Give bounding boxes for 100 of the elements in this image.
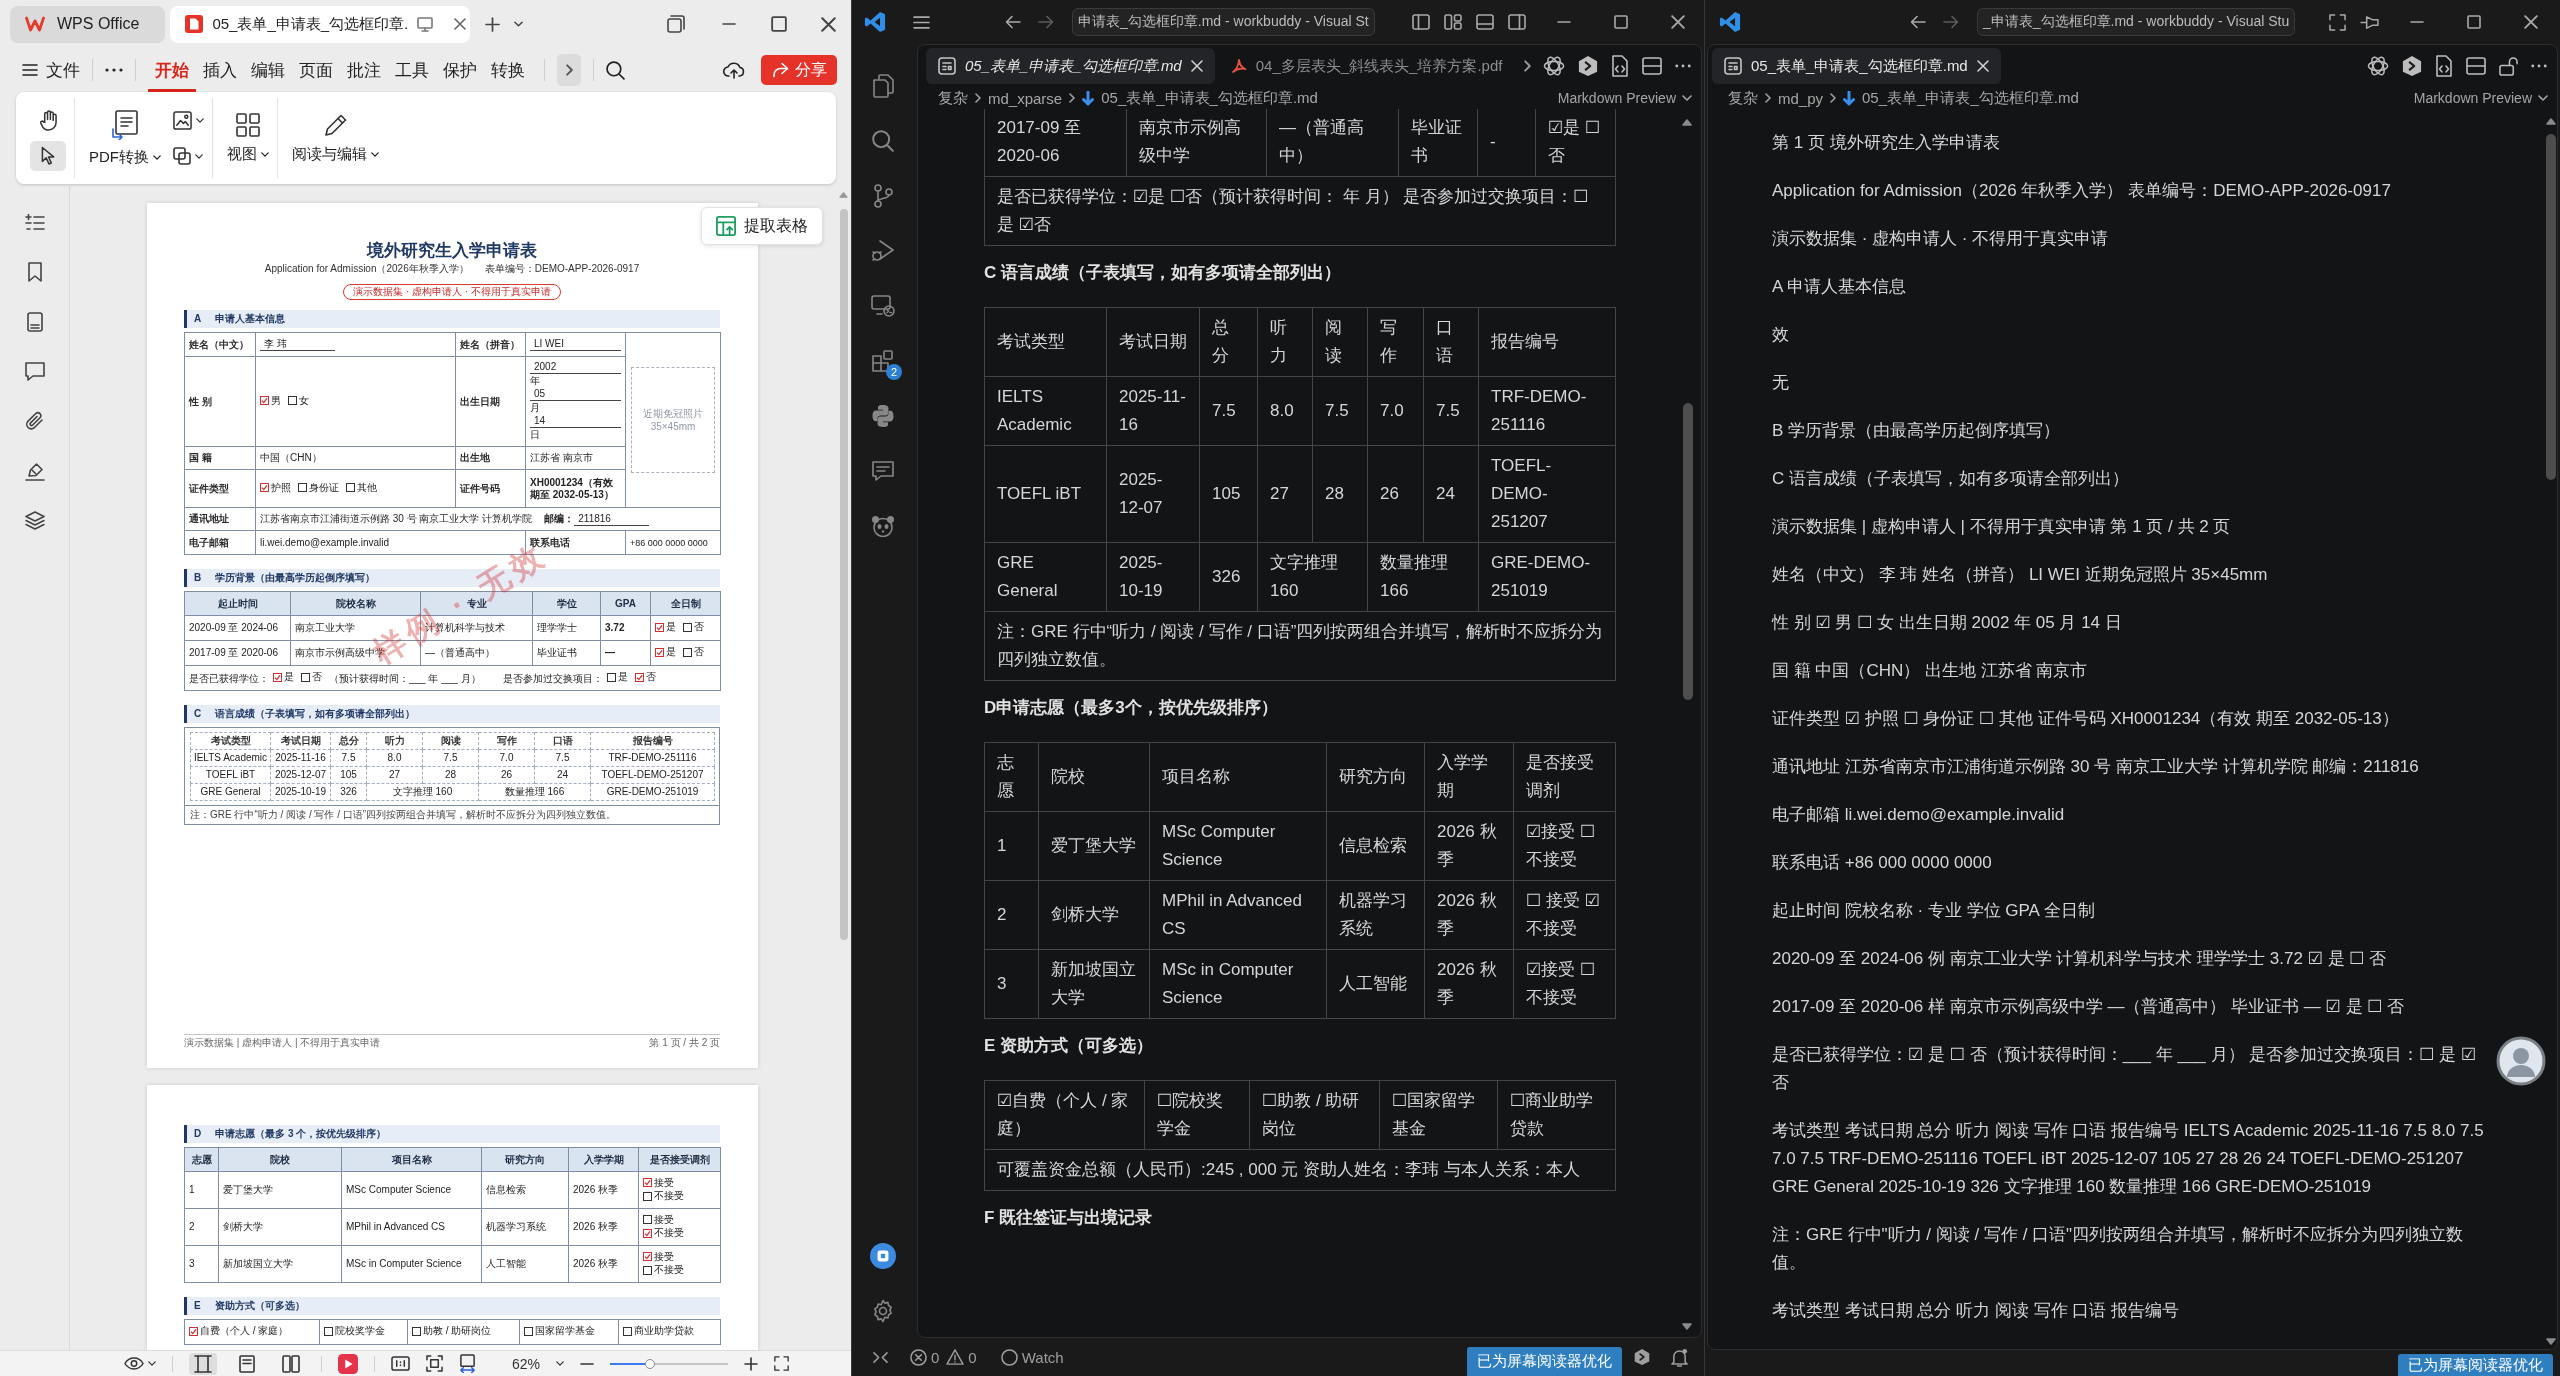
back-icon[interactable]: [1005, 15, 1021, 29]
toggle-sidebar-icon[interactable]: [1412, 14, 1430, 30]
image-edit-icon[interactable]: [173, 110, 192, 130]
watch-icon[interactable]: [1000, 1348, 1018, 1366]
editor-tab[interactable]: 05_表单_申请表_勾选框印章.md: [1712, 48, 2001, 84]
run-debug-icon[interactable]: [871, 238, 895, 263]
breadcrumb-item[interactable]: md_xparse: [988, 89, 1063, 107]
new-tab-icon[interactable]: [485, 16, 501, 32]
continuous-page-button[interactable]: [189, 1352, 217, 1375]
hexagon-icon[interactable]: [2402, 55, 2422, 77]
app-logo-icon[interactable]: [1719, 11, 1741, 33]
breadcrumb-item[interactable]: 05_表单_申请表_勾选框印章.md: [1862, 88, 2079, 108]
document-tab[interactable]: 05_表单_申请表_勾选框印章.: [170, 5, 471, 43]
hexagon-icon[interactable]: [1634, 1348, 1650, 1366]
maximize-icon[interactable]: [771, 16, 787, 32]
actual-size-icon[interactable]: [391, 1355, 410, 1372]
layers-icon[interactable]: [24, 511, 45, 530]
scroll-down-icon[interactable]: [1682, 1323, 1692, 1330]
toggle-panel-icon[interactable]: [1476, 14, 1494, 30]
close-icon[interactable]: [2524, 15, 2538, 29]
read-edit-button[interactable]: 阅读与编辑: [292, 113, 379, 163]
search-icon[interactable]: [606, 60, 625, 80]
caret-icon[interactable]: [556, 1361, 565, 1366]
source-control-icon[interactable]: [873, 183, 893, 208]
copy-icon[interactable]: [173, 147, 191, 165]
extract-table-button[interactable]: 提取表格: [701, 207, 823, 245]
panda-icon[interactable]: [871, 514, 895, 537]
error-icon[interactable]: [910, 1348, 927, 1366]
split-editor-icon[interactable]: [2466, 57, 2486, 75]
maximize-icon[interactable]: [2467, 15, 2481, 29]
watch-button[interactable]: Watch: [1021, 1348, 1064, 1366]
snake-icon[interactable]: [871, 403, 895, 428]
cloud-upload-icon[interactable]: [723, 61, 745, 79]
share-button[interactable]: 分享: [761, 55, 837, 85]
ribbon-tab[interactable]: 页面: [292, 48, 340, 92]
monitor-icon[interactable]: [417, 16, 434, 32]
select-tool-button[interactable]: [30, 140, 66, 171]
more-icon[interactable]: [105, 68, 123, 72]
file-menu[interactable]: 文件: [22, 58, 80, 82]
atom-icon[interactable]: [1543, 55, 1565, 77]
chat-icon[interactable]: [872, 460, 894, 481]
preview-mode-menu[interactable]: Markdown Preview: [2413, 90, 2548, 106]
outline-icon[interactable]: [24, 214, 45, 232]
editor-tab[interactable]: 05_表单_申请表_勾选框印章.md: [926, 48, 1215, 84]
atom-icon[interactable]: [2367, 55, 2389, 77]
layout-icon[interactable]: [1444, 14, 1462, 30]
view-button[interactable]: 视图: [227, 113, 269, 163]
lock-icon[interactable]: [2499, 56, 2518, 76]
eye-icon[interactable]: [124, 1357, 144, 1370]
title-search-box[interactable]: _申请表_勾选框印章.md - workbuddy - Visual Stu: [1977, 8, 2296, 36]
settings-icon[interactable]: [871, 1298, 895, 1323]
zoom-percentage[interactable]: 62%: [512, 1355, 541, 1372]
caret-icon[interactable]: [148, 1361, 156, 1366]
close-icon[interactable]: [821, 16, 836, 32]
restore-windows-icon[interactable]: [667, 15, 685, 33]
preview-mode-menu[interactable]: Markdown Preview: [1557, 90, 1692, 106]
zoom-slider-thumb[interactable]: [644, 1358, 655, 1369]
file-code-icon[interactable]: [2435, 55, 2453, 77]
fullscreen-icon[interactable]: [774, 1356, 790, 1371]
maximize-icon[interactable]: [1614, 15, 1628, 29]
scrollbar-thumb[interactable]: [2546, 134, 2556, 480]
menu-icon[interactable]: [913, 15, 930, 29]
warning-count[interactable]: 0: [968, 1348, 977, 1366]
caret-icon[interactable]: [196, 117, 204, 123]
page-thumbnail-icon[interactable]: [26, 312, 43, 332]
screen-reader-badge[interactable]: 已为屏幕阅读器优化: [2398, 1354, 2553, 1376]
bookmark-icon[interactable]: [27, 262, 42, 282]
breadcrumb-item[interactable]: 复杂: [1728, 88, 1758, 108]
screen-reader-badge[interactable]: 已为屏幕阅读器优化: [1467, 1347, 1622, 1376]
file-code-icon[interactable]: [1611, 55, 1629, 77]
chevron-right-icon[interactable]: [1524, 60, 1532, 72]
zoom-out-icon[interactable]: [580, 1362, 595, 1365]
paperclip-icon[interactable]: [24, 411, 45, 431]
comment-icon[interactable]: [24, 362, 45, 381]
files-icon[interactable]: [872, 73, 894, 98]
play-icon[interactable]: [338, 1353, 358, 1374]
fit-width-icon[interactable]: [459, 1354, 476, 1373]
more-icon[interactable]: [1675, 64, 1691, 68]
scroll-up-icon[interactable]: [2546, 118, 2556, 125]
scrollbar-thumb[interactable]: [1683, 403, 1693, 700]
breadcrumb-item[interactable]: 05_表单_申请表_勾选框印章.md: [1101, 88, 1318, 108]
close-icon[interactable]: [454, 18, 467, 30]
account-icon[interactable]: [870, 1242, 896, 1269]
bell-icon[interactable]: [1671, 1347, 1688, 1367]
scrollbar-thumb[interactable]: [840, 209, 848, 940]
app-logo-icon[interactable]: [864, 11, 886, 33]
back-icon[interactable]: [1910, 15, 1926, 29]
remote-icon[interactable]: [873, 1350, 888, 1364]
split-editor-icon[interactable]: [1642, 57, 1662, 75]
caret-icon[interactable]: [514, 21, 524, 27]
close-icon[interactable]: [1671, 15, 1685, 29]
fullscreen-icon[interactable]: [2329, 13, 2346, 31]
warning-icon[interactable]: [946, 1349, 965, 1365]
error-count[interactable]: 0: [931, 1348, 940, 1366]
avatar-icon[interactable]: [2496, 1036, 2546, 1086]
title-search-box[interactable]: 申请表_勾选框印章.md - workbuddy - Visual St: [1072, 8, 1375, 36]
ribbon-tab[interactable]: 工具: [388, 48, 436, 92]
home-tab[interactable]: WPS Office: [10, 5, 166, 43]
breadcrumb-item[interactable]: 复杂: [938, 88, 968, 108]
ribbon-tab[interactable]: 转换: [484, 48, 532, 92]
